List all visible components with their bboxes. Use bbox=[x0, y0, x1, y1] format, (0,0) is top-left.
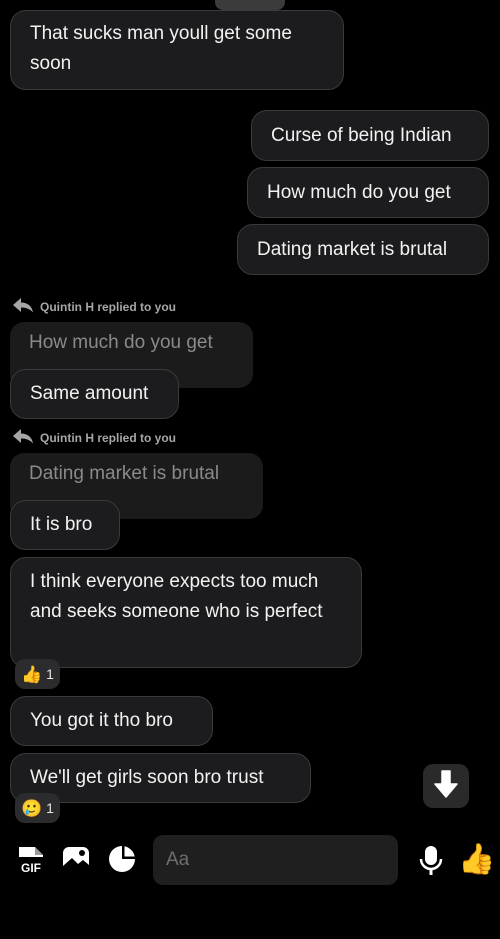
quoted-text: How much do you get bbox=[29, 332, 213, 353]
like-button[interactable]: 👍 bbox=[458, 840, 496, 878]
sticker-icon bbox=[109, 846, 135, 872]
gallery-icon bbox=[63, 847, 89, 871]
reply-label-text: Quintin H replied to you bbox=[40, 299, 176, 314]
received-message[interactable]: That sucks man youll get some soon bbox=[10, 10, 344, 90]
message-text: That sucks man youll get some soon bbox=[30, 23, 292, 74]
reply-arrow-icon bbox=[12, 297, 34, 316]
sticker-button[interactable] bbox=[107, 844, 137, 874]
thumbs-up-icon: 👍 bbox=[458, 842, 496, 876]
received-message[interactable]: It is bro bbox=[10, 500, 120, 550]
smiling-tear-icon: 🥲 bbox=[21, 798, 43, 818]
gif-sticker-button[interactable]: GIF bbox=[16, 844, 46, 874]
received-message[interactable]: Same amount bbox=[10, 369, 179, 419]
gif-label: GIF bbox=[21, 861, 41, 874]
message-reaction[interactable]: 🥲 1 bbox=[15, 793, 60, 823]
quoted-text: Dating market is brutal bbox=[29, 463, 220, 484]
message-text: We'll get girls soon bro trust bbox=[30, 767, 264, 788]
previous-message-edge bbox=[215, 0, 285, 10]
scroll-to-bottom-button[interactable] bbox=[423, 764, 469, 808]
voice-message-button[interactable] bbox=[417, 844, 445, 876]
arrow-down-icon bbox=[433, 769, 459, 804]
message-text: Same amount bbox=[30, 383, 149, 404]
message-text: It is bro bbox=[30, 514, 93, 535]
message-text: How much do you get bbox=[267, 182, 451, 203]
sent-message[interactable]: How much do you get bbox=[247, 167, 489, 218]
message-input-box[interactable] bbox=[153, 835, 398, 885]
message-reaction[interactable]: 👍 1 bbox=[15, 659, 60, 689]
sent-message[interactable]: Dating market is brutal bbox=[237, 224, 489, 275]
thumbs-up-icon: 👍 bbox=[21, 664, 43, 684]
message-text: Dating market is brutal bbox=[257, 239, 448, 260]
message-text: I think everyone expects too much and se… bbox=[30, 571, 323, 622]
sent-message[interactable]: Curse of being Indian bbox=[251, 110, 489, 161]
reply-indicator: Quintin H replied to you bbox=[12, 428, 176, 447]
gif-sticker-icon: GIF bbox=[19, 847, 43, 874]
message-input[interactable] bbox=[164, 848, 398, 872]
reaction-count: 1 bbox=[46, 666, 54, 682]
received-message[interactable]: I think everyone expects too much and se… bbox=[10, 557, 362, 668]
gallery-button[interactable] bbox=[61, 844, 91, 874]
reply-label-text: Quintin H replied to you bbox=[40, 430, 176, 445]
reply-indicator: Quintin H replied to you bbox=[12, 297, 176, 316]
reply-arrow-icon bbox=[12, 428, 34, 447]
message-text: You got it tho bro bbox=[30, 710, 173, 731]
received-message[interactable]: You got it tho bro bbox=[10, 696, 213, 746]
microphone-icon bbox=[419, 846, 443, 875]
reaction-count: 1 bbox=[46, 800, 54, 816]
message-text: Curse of being Indian bbox=[271, 125, 452, 146]
message-composer: GIF 👍 bbox=[0, 828, 500, 890]
